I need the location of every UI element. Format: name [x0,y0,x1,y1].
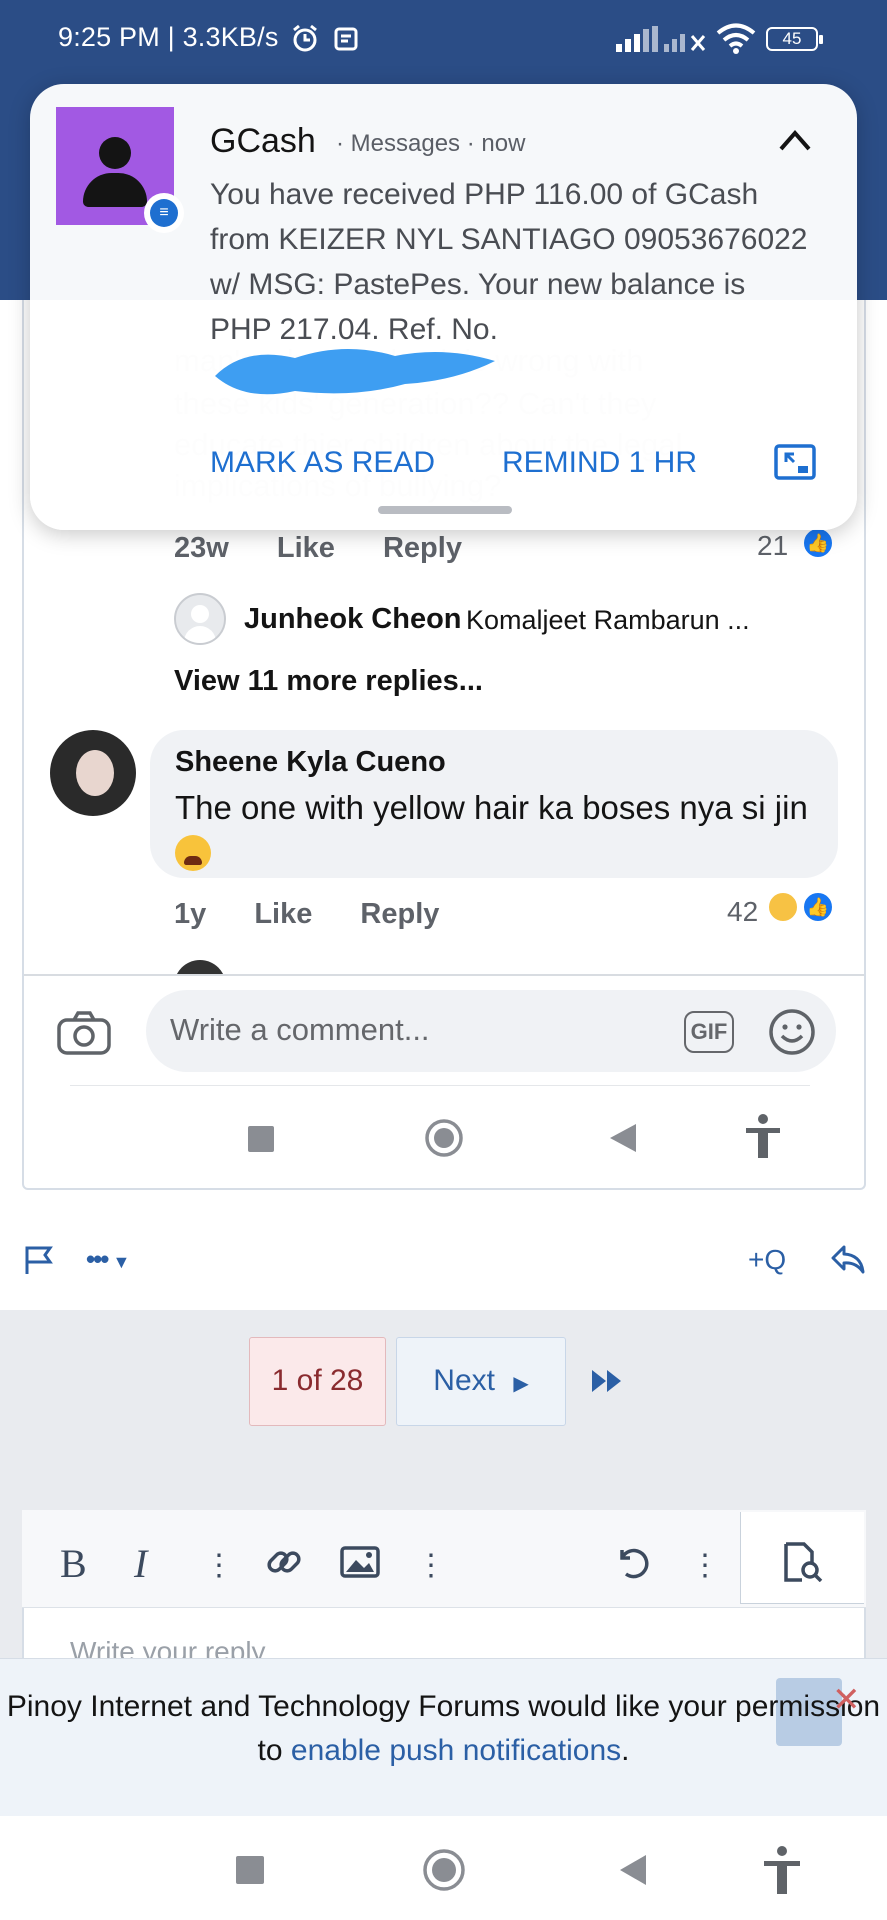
more-vertical-icon[interactable]: ⋮ [690,1548,720,1583]
signal-icon [616,26,658,52]
comment-placeholder[interactable]: Write a comment... [170,1012,430,1048]
comment-text: The one with yellow hair ka boses nya si… [175,786,815,872]
back-key-icon [610,1124,636,1152]
accessibility-icon[interactable] [762,1846,802,1896]
reaction-count: 42 [727,896,759,927]
chevron-up-icon[interactable] [778,128,812,152]
divider [24,974,864,976]
mark-as-read-button[interactable]: MARK AS READ [210,446,435,480]
status-time: 9:25 PM | 3.3KB/s [58,22,279,52]
alarm-icon [293,24,317,52]
like-link[interactable]: Like [277,532,335,564]
thumbs-up-icon: 👍 [801,526,835,560]
preview-icon [784,1542,823,1582]
image-icon[interactable] [340,1546,380,1578]
signal-no-service-icon [664,34,706,52]
notification-app-name: GCash [210,122,316,160]
remind-button[interactable]: REMIND 1 HR [502,446,697,480]
link-icon[interactable] [264,1542,304,1582]
bold-icon[interactable]: B [60,1540,87,1587]
notification-body: You have received PHP 116.00 of GCash fr… [210,178,808,346]
notification-subtitle: · Messages · now [336,130,526,157]
push-banner-text: Pinoy Internet and Technology Forums wou… [0,1685,887,1773]
reply-preview[interactable]: Komaljeet Rambarun ... [466,605,750,636]
next-page-button[interactable]: Next ▶ [396,1337,566,1426]
reply-icon[interactable] [830,1244,866,1276]
home-key-icon[interactable] [422,1848,466,1892]
avatar[interactable] [50,730,136,816]
haha-emoji-icon [766,890,800,924]
reply-link[interactable]: Reply [383,532,462,564]
more-options-button[interactable]: ••• ▼ [86,1244,131,1275]
italic-icon[interactable]: I [134,1540,147,1587]
flag-icon[interactable] [24,1245,54,1275]
caret-right-icon: ▶ [513,1373,529,1395]
like-link[interactable]: Like [254,898,312,930]
status-bar: 9:25 PM | 3.3KB/s 45 [0,0,887,80]
reaction-count: 21 [757,530,789,561]
emoji-icon[interactable] [768,1008,816,1056]
comment-meta: 1y Like Reply [174,898,479,931]
picture-in-picture-icon[interactable] [774,444,816,480]
next-label: Next [433,1364,495,1397]
avatar[interactable] [174,593,226,645]
chevron-down-icon: ▼ [112,1252,131,1272]
notification-time: now [481,130,526,157]
push-text-after: . [621,1734,630,1767]
home-key-icon [425,1119,463,1157]
more-vertical-icon[interactable]: ⋮ [416,1548,446,1583]
wifi-icon [716,23,756,54]
more-dots: ••• [86,1244,109,1274]
comment-body: The one with yellow hair ka boses nya si… [175,789,808,826]
reply-author[interactable]: Junheok Cheon [244,603,462,636]
recents-key-icon[interactable] [236,1856,264,1884]
reply-link[interactable]: Reply [360,898,439,930]
thumbs-up-icon: 👍 [801,890,835,924]
accessibility-icon [746,1114,780,1158]
next-comment-clipped [174,960,814,974]
quote-button[interactable]: +Q [748,1244,786,1276]
notification-note-icon [334,27,358,51]
notification-source: Messages [350,130,461,157]
comment-author[interactable]: Sheene Kyla Cueno [175,746,446,779]
battery-indicator: 45 [766,27,823,51]
crying-emoji-icon [175,835,211,872]
comment-age: 1y [174,898,207,930]
last-page-icon[interactable] [590,1364,624,1398]
current-page-button[interactable]: 1 of 28 [249,1337,386,1426]
camera-icon[interactable] [56,1010,112,1056]
view-more-replies[interactable]: View 11 more replies... [174,665,483,698]
gif-button[interactable]: GIF [684,1011,734,1053]
more-vertical-icon[interactable]: ⋮ [204,1548,234,1583]
messages-app-badge-icon: ≡ [144,193,184,233]
comment-meta: 23w Like Reply [174,532,502,565]
comment-age: 23w [174,532,229,564]
undo-icon[interactable] [614,1544,650,1580]
back-key-icon[interactable] [618,1853,648,1887]
recents-key-icon [248,1126,274,1152]
close-icon[interactable]: ✕ [832,1680,861,1720]
enable-push-link[interactable]: enable push notifications [291,1734,621,1767]
divider [70,1085,810,1086]
drag-handle[interactable] [378,506,512,514]
redaction-scribble [215,348,495,395]
